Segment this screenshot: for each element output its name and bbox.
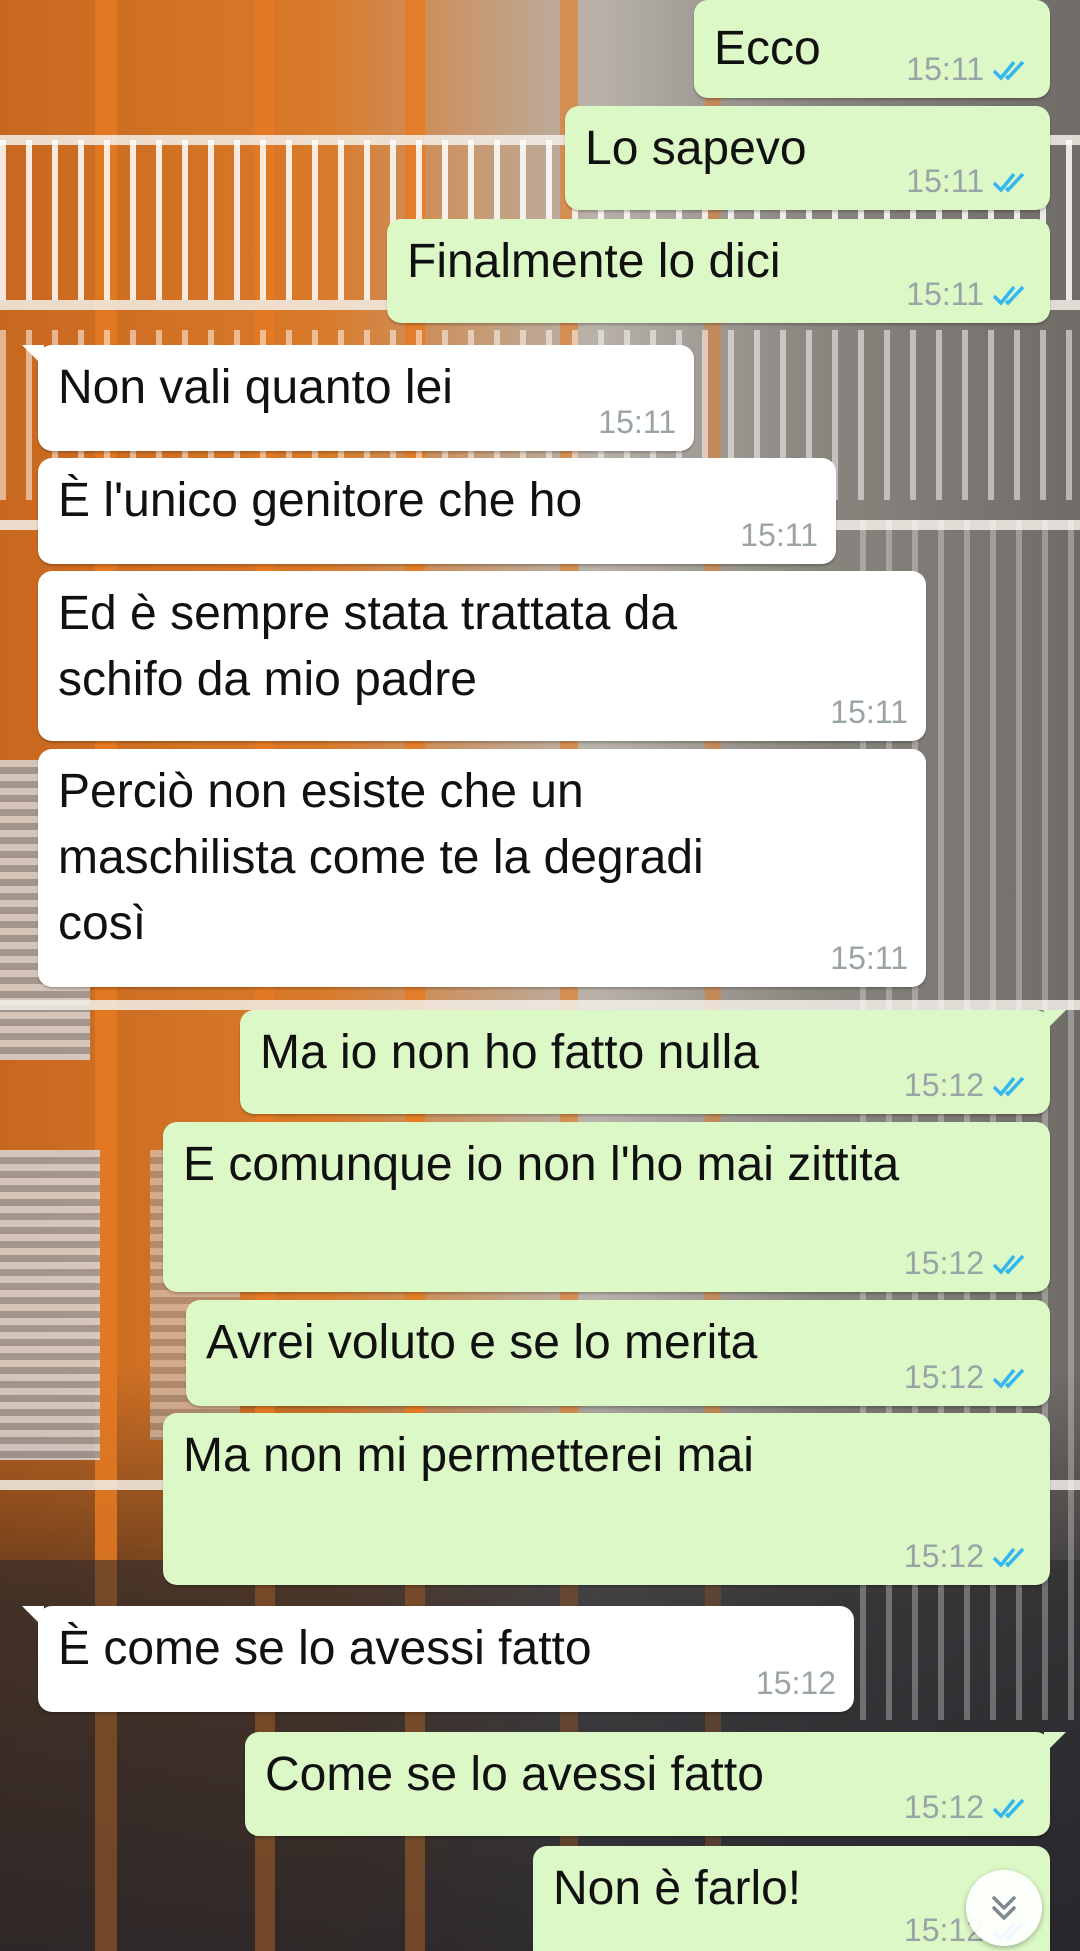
- message-bubble-outgoing[interactable]: Ecco 15:11: [694, 0, 1050, 98]
- message-meta: 15:11: [740, 517, 818, 554]
- message-bubble-outgoing[interactable]: Come se lo avessi fatto 15:12: [245, 1732, 1066, 1836]
- double-check-read-icon: [992, 1368, 1025, 1389]
- double-check-read-icon: [992, 1254, 1025, 1275]
- message-text: Perciò non esiste che un maschilista com…: [58, 765, 704, 950]
- message-bubble-outgoing[interactable]: Lo sapevo 15:11: [565, 106, 1050, 210]
- message-bubble-outgoing[interactable]: Ma non mi permetterei mai 15:12: [163, 1413, 1050, 1585]
- double-chevron-down-icon: [992, 1896, 1016, 1920]
- message-time: 15:12: [755, 1665, 836, 1701]
- message-meta: 15:12: [904, 1538, 1032, 1575]
- bubble-tail: [1044, 1732, 1066, 1754]
- double-check-read-icon: [992, 172, 1025, 193]
- message-time: 15:11: [830, 694, 908, 730]
- message-meta: 15:11: [906, 163, 1032, 200]
- message-text: Come se lo avessi fatto: [265, 1748, 764, 1801]
- double-check-read-icon: [992, 1076, 1025, 1097]
- message-text: Non vali quanto lei: [58, 361, 453, 414]
- message-text: Ma io non ho fatto nulla: [260, 1026, 760, 1079]
- message-time: 15:11: [830, 940, 908, 976]
- message-meta: 15:12: [904, 1067, 1032, 1104]
- message-bubble-incoming[interactable]: Perciò non esiste che un maschilista com…: [38, 749, 926, 987]
- message-time: 15:12: [903, 1245, 984, 1281]
- double-check-read-icon: [992, 1798, 1025, 1819]
- message-time: 15:11: [906, 276, 984, 312]
- double-check-read-icon: [992, 285, 1025, 306]
- message-text: Finalmente lo dici: [407, 235, 781, 288]
- message-meta: 15:12: [756, 1665, 836, 1702]
- message-meta: 15:12: [904, 1245, 1032, 1282]
- message-text: Ecco: [714, 22, 821, 75]
- bubble-tail: [1044, 1010, 1066, 1032]
- message-bubble-outgoing[interactable]: Avrei voluto e se lo merita 15:12: [186, 1300, 1050, 1406]
- message-time: 15:12: [903, 1359, 984, 1395]
- message-text: Ed è sempre stata trattata da schifo da …: [58, 587, 678, 706]
- message-bubble-incoming[interactable]: Ed è sempre stata trattata da schifo da …: [38, 571, 926, 741]
- message-meta: 15:11: [906, 51, 1032, 88]
- message-time: 15:11: [740, 517, 818, 553]
- message-time: 15:12: [903, 1789, 984, 1825]
- bubble-tail: [22, 1606, 44, 1628]
- message-meta: 15:11: [830, 694, 908, 731]
- message-meta: 15:11: [906, 276, 1032, 313]
- message-meta: 15:11: [598, 404, 676, 441]
- message-bubble-incoming[interactable]: È l'unico genitore che ho 15:11: [38, 458, 836, 564]
- message-bubble-incoming[interactable]: Non vali quanto lei 15:11: [22, 345, 694, 451]
- message-time: 15:11: [906, 51, 984, 87]
- message-text: È l'unico genitore che ho: [58, 474, 583, 527]
- message-text: È come se lo avessi fatto: [58, 1622, 592, 1675]
- scroll-to-bottom-button[interactable]: [966, 1870, 1042, 1946]
- message-bubble-outgoing[interactable]: Finalmente lo dici 15:11: [387, 219, 1050, 323]
- message-text: E comunque io non l'ho mai zittita: [183, 1138, 900, 1191]
- message-list[interactable]: Ecco 15:11 Lo sapevo 15:11 Finalmente lo…: [0, 0, 1080, 1951]
- message-bubble-incoming[interactable]: È come se lo avessi fatto 15:12: [22, 1606, 854, 1712]
- message-meta: 15:11: [830, 940, 908, 977]
- message-meta: 15:12: [904, 1359, 1032, 1396]
- message-text: Lo sapevo: [585, 122, 807, 175]
- message-time: 15:11: [906, 163, 984, 199]
- message-text: Ma non mi permetterei mai: [183, 1429, 754, 1482]
- message-time: 15:12: [903, 1067, 984, 1103]
- message-time: 15:11: [598, 404, 676, 440]
- bubble-tail: [22, 345, 44, 367]
- message-meta: 15:12: [904, 1789, 1032, 1826]
- message-bubble-outgoing[interactable]: E comunque io non l'ho mai zittita 15:12: [163, 1122, 1050, 1292]
- message-text: Non è farlo!: [553, 1862, 802, 1915]
- message-text: Avrei voluto e se lo merita: [206, 1316, 758, 1369]
- double-check-read-icon: [992, 60, 1025, 81]
- message-bubble-outgoing[interactable]: Ma io non ho fatto nulla 15:12: [240, 1010, 1066, 1114]
- message-time: 15:12: [903, 1538, 984, 1574]
- double-check-read-icon: [992, 1547, 1025, 1568]
